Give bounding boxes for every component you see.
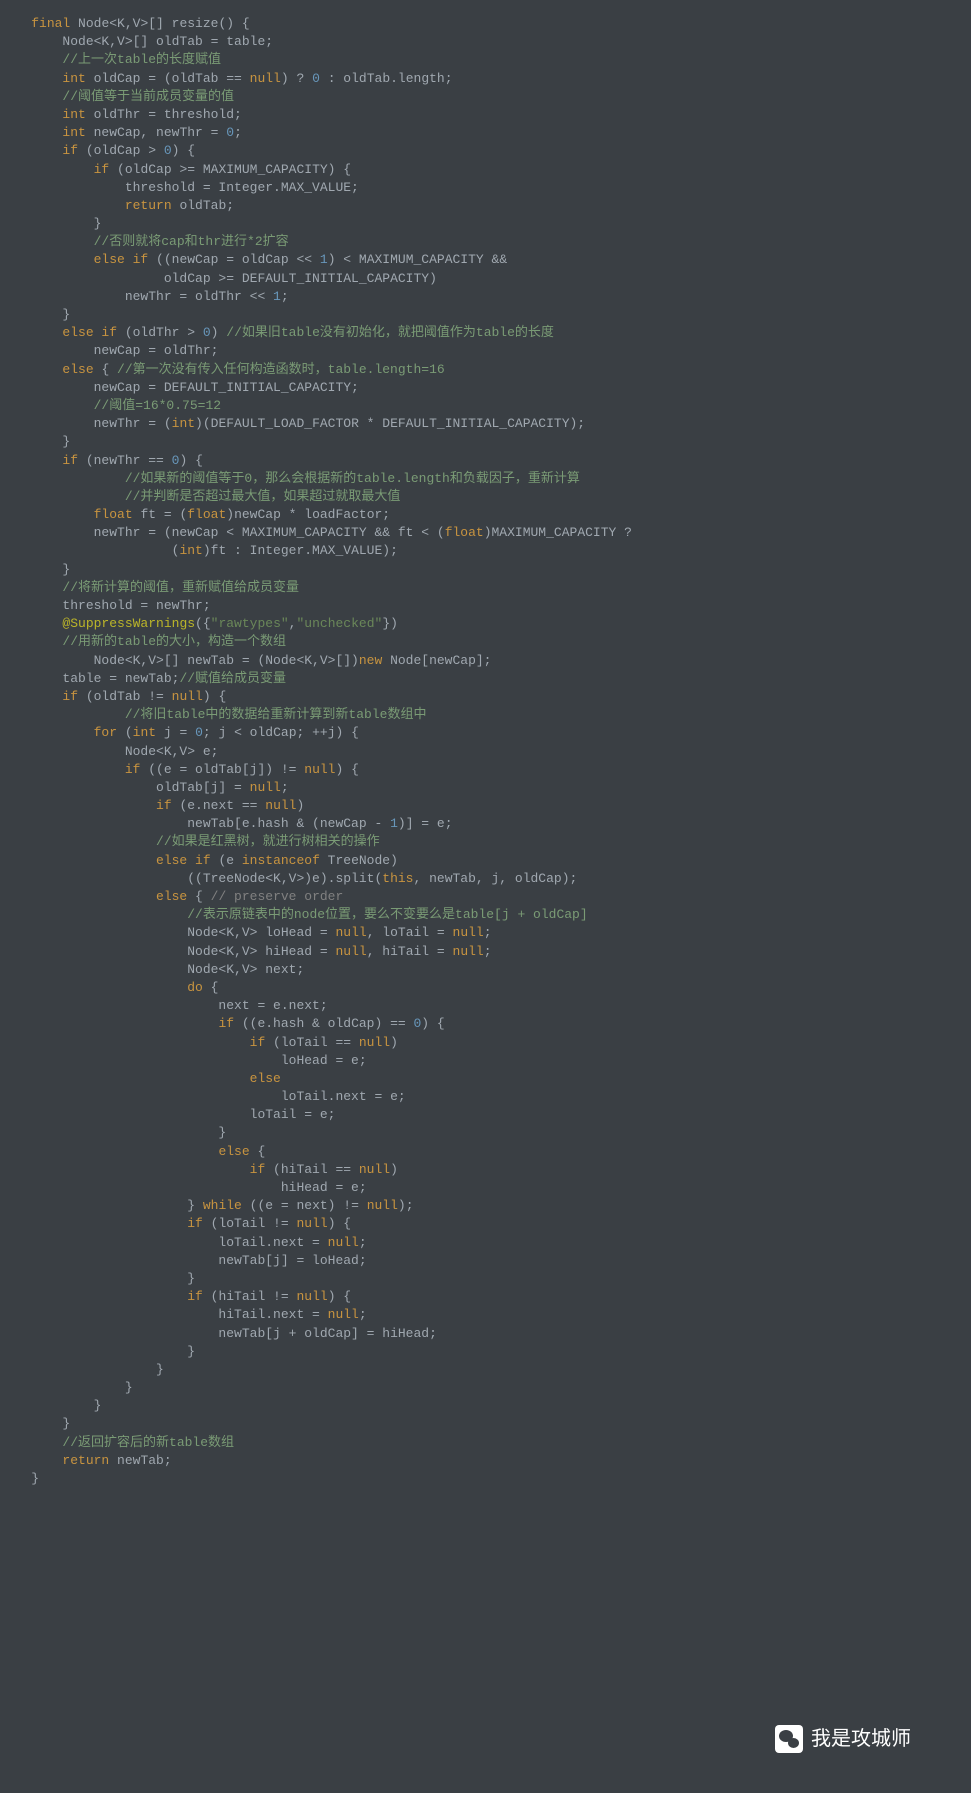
code-line: } while ((e = next) != null); <box>0 1198 414 1213</box>
code-line: int oldThr = threshold; <box>0 107 242 122</box>
code-line: ((TreeNode<K,V>)e).split(this, newTab, j… <box>0 871 577 886</box>
code-line: } <box>0 1362 164 1377</box>
code-line: //如果新的阈值等于0，那么会根据新的table.length和负载因子，重新计… <box>0 471 580 486</box>
code-line: return newTab; <box>0 1453 172 1468</box>
code-line: if (e.next == null) <box>0 798 304 813</box>
code-line: //将新计算的阈值，重新赋值给成员变量 <box>0 580 299 595</box>
code-line: Node<K,V>[] oldTab = table; <box>0 34 273 49</box>
code-line: Node<K,V> next; <box>0 962 304 977</box>
code-line: Node<K,V>[] newTab = (Node<K,V>[])new No… <box>0 653 491 668</box>
code-line: if ((e = oldTab[j]) != null) { <box>0 762 359 777</box>
code-line: do { <box>0 980 218 995</box>
code-line: else { //第一次没有传入任何构造函数时，table.length=16 <box>0 362 445 377</box>
code-line: newThr = oldThr << 1; <box>0 289 289 304</box>
code-line: //阈值等于当前成员变量的值 <box>0 89 234 104</box>
code-line: int oldCap = (oldTab == null) ? 0 : oldT… <box>0 71 453 86</box>
code-line: } <box>0 216 101 231</box>
code-line: loTail = e; <box>0 1107 335 1122</box>
code-line: //否则就将cap和thr进行*2扩容 <box>0 234 289 249</box>
code-line: //表示原链表中的node位置，要么不变要么是table[j + oldCap] <box>0 907 588 922</box>
code-line: if (oldCap > 0) { <box>0 143 195 158</box>
code-line: oldTab[j] = null; <box>0 780 289 795</box>
code-line: oldCap >= DEFAULT_INITIAL_CAPACITY) <box>0 271 437 286</box>
code-line: int newCap, newThr = 0; <box>0 125 242 140</box>
code-line: } <box>0 1471 39 1486</box>
code-line: loHead = e; <box>0 1053 367 1068</box>
code-line: if ((e.hash & oldCap) == 0) { <box>0 1016 445 1031</box>
code-line: //上一次table的长度赋值 <box>0 52 221 67</box>
code-line: for (int j = 0; j < oldCap; ++j) { <box>0 725 359 740</box>
code-line: //如果是红黑树，就进行树相关的操作 <box>0 834 380 849</box>
code-line: //将旧table中的数据给重新计算到新table数组中 <box>0 707 426 722</box>
code-line: } <box>0 1398 101 1413</box>
code-line: Node<K,V> loHead = null, loTail = null; <box>0 925 492 940</box>
code-line: //返回扩容后的新table数组 <box>0 1435 234 1450</box>
code-line: //并判断是否超过最大值，如果超过就取最大值 <box>0 489 400 504</box>
watermark-text: 我是攻城师 <box>811 1725 911 1753</box>
code-block: final Node<K,V>[] resize() { Node<K,V>[]… <box>0 15 971 1488</box>
code-line: //用新的table的大小，构造一个数组 <box>0 634 286 649</box>
code-line: } <box>0 434 70 449</box>
code-line: if (loTail != null) { <box>0 1216 351 1231</box>
watermark: 我是攻城师 <box>775 1725 911 1753</box>
code-line: } <box>0 562 70 577</box>
code-line: } <box>0 1380 133 1395</box>
code-line: next = e.next; <box>0 998 328 1013</box>
code-line: } <box>0 307 70 322</box>
code-line: hiHead = e; <box>0 1180 367 1195</box>
code-line: (int)ft : Integer.MAX_VALUE); <box>0 543 398 558</box>
code-line: else if (e instanceof TreeNode) <box>0 853 398 868</box>
code-line: if (oldCap >= MAXIMUM_CAPACITY) { <box>0 162 351 177</box>
code-line: else { // preserve order <box>0 889 343 904</box>
code-line: else if (oldThr > 0) //如果旧table没有初始化，就把阈… <box>0 325 554 340</box>
code-line: newTab[e.hash & (newCap - 1)] = e; <box>0 816 453 831</box>
code-line: newCap = oldThr; <box>0 343 218 358</box>
code-line: return oldTab; <box>0 198 234 213</box>
code-line: newThr = (newCap < MAXIMUM_CAPACITY && f… <box>0 525 632 540</box>
code-line: } <box>0 1416 70 1431</box>
code-line: if (hiTail == null) <box>0 1162 398 1177</box>
code-line: threshold = newThr; <box>0 598 211 613</box>
code-line: loTail.next = null; <box>0 1235 367 1250</box>
code-line: hiTail.next = null; <box>0 1307 367 1322</box>
code-line: newTab[j + oldCap] = hiHead; <box>0 1326 437 1341</box>
code-line: //阈值=16*0.75=12 <box>0 398 221 413</box>
wechat-icon <box>775 1725 803 1753</box>
code-line: newThr = (int)(DEFAULT_LOAD_FACTOR * DEF… <box>0 416 585 431</box>
code-line: if (newThr == 0) { <box>0 453 203 468</box>
code-line: if (oldTab != null) { <box>0 689 226 704</box>
code-line: Node<K,V> e; <box>0 744 218 759</box>
code-line: else <box>0 1071 281 1086</box>
code-line: } <box>0 1344 195 1359</box>
code-line: else { <box>0 1144 265 1159</box>
code-line: final Node<K,V>[] resize() { <box>0 16 250 31</box>
code-line: Node<K,V> hiHead = null, hiTail = null; <box>0 944 492 959</box>
code-line: newTab[j] = loHead; <box>0 1253 367 1268</box>
code-line: @SuppressWarnings({"rawtypes","unchecked… <box>0 616 398 631</box>
code-line: newCap = DEFAULT_INITIAL_CAPACITY; <box>0 380 359 395</box>
code-line: threshold = Integer.MAX_VALUE; <box>0 180 359 195</box>
code-line: else if ((newCap = oldCap << 1) < MAXIMU… <box>0 252 507 267</box>
code-line: loTail.next = e; <box>0 1089 406 1104</box>
code-line: } <box>0 1271 195 1286</box>
code-line: table = newTab;//赋值给成员变量 <box>0 671 286 686</box>
code-line: if (hiTail != null) { <box>0 1289 351 1304</box>
code-line: float ft = (float)newCap * loadFactor; <box>0 507 390 522</box>
code-line: if (loTail == null) <box>0 1035 398 1050</box>
code-line: } <box>0 1125 226 1140</box>
